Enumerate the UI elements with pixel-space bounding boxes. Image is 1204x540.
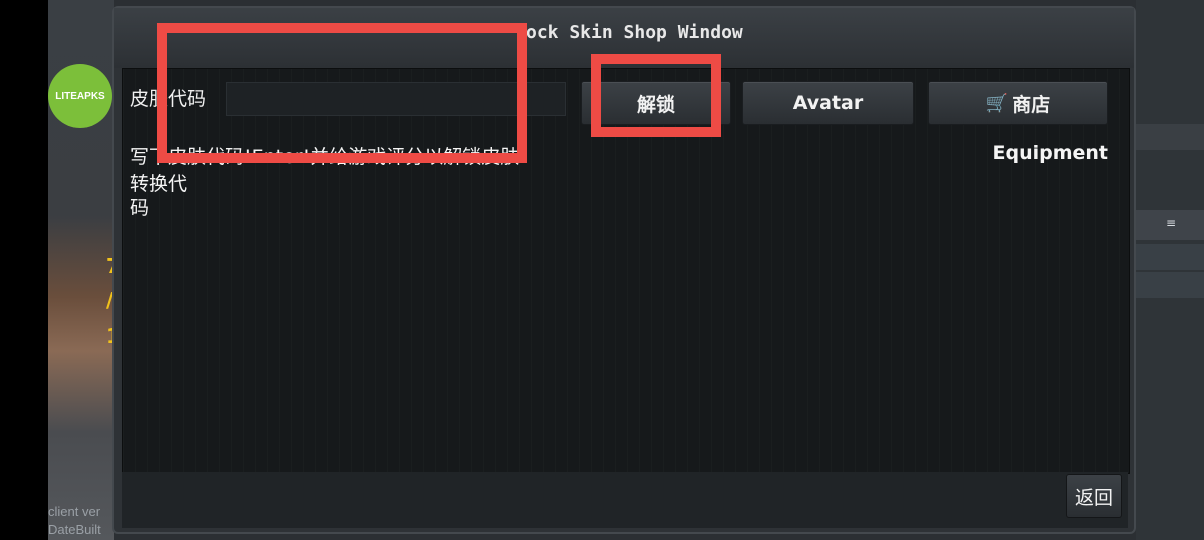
shop-button[interactable]: 🛒 商店	[928, 81, 1108, 125]
back-button-label: 返回	[1074, 486, 1113, 509]
avatar-button[interactable]: Avatar	[742, 81, 914, 125]
background-right-panel	[1136, 0, 1204, 540]
convert-code-label[interactable]: 转换代码	[130, 172, 200, 220]
avatar-button-label: Avatar	[792, 92, 864, 114]
cart-icon: 🛒	[985, 92, 1009, 114]
equipment-label[interactable]: Equipment	[992, 142, 1108, 164]
background-left-edge	[0, 0, 48, 540]
background-strip	[1136, 272, 1204, 298]
background-strip	[1136, 124, 1204, 150]
list-icon[interactable]: ≡	[1166, 216, 1176, 230]
liteapks-logo: LITEAPKS	[48, 64, 112, 128]
window-title: ock Skin Shop Window	[526, 22, 743, 43]
back-button[interactable]: 返回	[1066, 474, 1122, 518]
window-footer	[122, 472, 1128, 528]
date-built-text: DateBuilt	[48, 522, 101, 537]
client-version-text: client ver	[48, 504, 101, 519]
highlight-box-unlock	[591, 54, 721, 137]
highlight-box-input	[157, 23, 527, 163]
shop-button-label: 商店	[1012, 93, 1051, 116]
background-strip	[1136, 244, 1204, 270]
